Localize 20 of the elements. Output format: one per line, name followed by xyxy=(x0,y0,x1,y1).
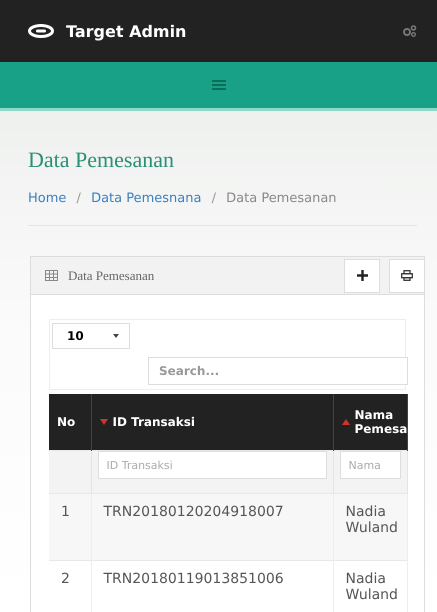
page-size-select[interactable]: 10 xyxy=(52,323,130,349)
table-cell: TRN20180119013851006 xyxy=(91,560,333,612)
column-filter-field[interactable]: ID Transaksi xyxy=(98,451,326,479)
column-header[interactable]: ID Transaksi xyxy=(91,394,333,450)
breadcrumb-current: Data Pemesanan xyxy=(226,191,337,206)
page-title: Data Pemesanan xyxy=(28,147,175,173)
column-filter-field[interactable]: Nama xyxy=(340,451,400,479)
table-cell: 1 xyxy=(49,494,91,560)
column-header[interactable]: No xyxy=(49,394,91,450)
table-cell: TRN20180120204918007 xyxy=(91,494,333,560)
breadcrumb-separator: / xyxy=(212,191,216,206)
table-cell: Nadia Wuland xyxy=(333,560,407,612)
breadcrumb-link[interactable]: Data Pemesnana xyxy=(91,191,202,206)
table-cell: 2 xyxy=(49,560,91,612)
panel-title: Data Pemesanan xyxy=(68,268,156,284)
breadcrumb-link[interactable]: Home xyxy=(28,191,66,206)
search-field[interactable]: Search... xyxy=(148,357,408,385)
breadcrumb-separator: / xyxy=(76,191,81,206)
column-header[interactable]: Nama Pemesa xyxy=(333,394,407,450)
table-cell: Nadia Wuland xyxy=(333,494,407,560)
